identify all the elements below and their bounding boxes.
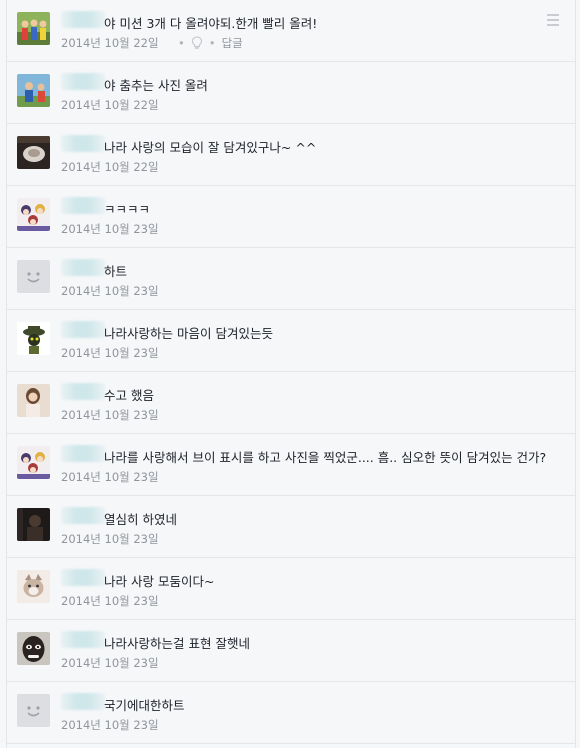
avatar[interactable] bbox=[17, 12, 50, 45]
comment-date: 2014년 10월 22일 bbox=[61, 36, 159, 50]
author-name-redacted[interactable] bbox=[61, 321, 105, 338]
comment-row: ㅋㅋㅋㅋ 2014년 10월 23일 bbox=[7, 186, 575, 248]
comment-row: 나라사랑하는걸 표현 잘햇네 2014년 10월 23일 bbox=[7, 620, 575, 682]
comment-row: 수고 했음 2014년 10월 23일 bbox=[7, 372, 575, 434]
avatar[interactable] bbox=[17, 198, 50, 231]
comment-row: 국기에대한하트 2014년 10월 23일 bbox=[7, 682, 575, 744]
author-name-redacted[interactable] bbox=[61, 569, 105, 586]
comment-text: 나라를 사랑해서 브이 표시를 하고 사진을 찍었군.... 흠.. 심오한 뜻… bbox=[104, 450, 547, 465]
comment-text: 나라사랑하는걸 표현 잘햇네 bbox=[104, 636, 250, 651]
comment-date: 2014년 10월 23일 bbox=[61, 532, 159, 546]
avatar[interactable] bbox=[17, 446, 50, 479]
separator-dot: • bbox=[208, 36, 216, 50]
avatar[interactable] bbox=[17, 632, 50, 665]
lightbulb-icon[interactable] bbox=[191, 36, 203, 50]
author-name-redacted[interactable] bbox=[61, 11, 105, 28]
comment-date: 2014년 10월 23일 bbox=[61, 346, 159, 360]
reply-link[interactable]: 답글 bbox=[222, 35, 243, 51]
comment-row: 나라를 사랑해서 브이 표시를 하고 사진을 찍었군.... 흠.. 심오한 뜻… bbox=[7, 434, 575, 496]
avatar[interactable] bbox=[17, 570, 50, 603]
author-name-redacted[interactable] bbox=[61, 445, 105, 462]
comment-row: 열심히 하였네 2014년 10월 23일 bbox=[7, 496, 575, 558]
comment-list: 야 미션 3개 다 올려야되.한개 빨리 올려! 2014년 10월 22일 • • 답… bbox=[6, 0, 576, 748]
comment-text: 열심히 하였네 bbox=[104, 512, 177, 527]
avatar[interactable] bbox=[17, 384, 50, 417]
comment-date: 2014년 10월 23일 bbox=[61, 470, 159, 484]
comment-date: 2014년 10월 22일 bbox=[61, 160, 159, 174]
comment-row: 하트 2014년 10월 23일 bbox=[7, 248, 575, 310]
comment-text: 하트 bbox=[104, 264, 128, 279]
default-avatar-icon[interactable] bbox=[17, 260, 50, 293]
comment-row: 야 춤추는 사진 올려 2014년 10월 22일 bbox=[7, 62, 575, 124]
menu-icon[interactable] bbox=[547, 14, 559, 26]
comment-row: 나라 사랑 모둠이다~ 2014년 10월 23일 bbox=[7, 558, 575, 620]
comment-date: 2014년 10월 23일 bbox=[61, 284, 159, 298]
comment-text: ㅋㅋㅋㅋ bbox=[104, 202, 151, 217]
comment-date: 2014년 10월 23일 bbox=[61, 656, 159, 670]
author-name-redacted[interactable] bbox=[61, 197, 105, 214]
author-name-redacted[interactable] bbox=[61, 73, 105, 90]
avatar[interactable] bbox=[17, 508, 50, 541]
comment-actions: • • 답글 bbox=[172, 35, 243, 51]
comment-date: 2014년 10월 23일 bbox=[61, 594, 159, 608]
comment-text: 나라사랑하는 마음이 담겨있는듯 bbox=[104, 326, 273, 341]
author-name-redacted[interactable] bbox=[61, 259, 105, 276]
default-avatar-icon[interactable] bbox=[17, 694, 50, 727]
comment-date: 2014년 10월 23일 bbox=[61, 408, 159, 422]
comment-text: 야 춤추는 사진 올려 bbox=[104, 78, 208, 93]
comment-row: 야 미션 3개 다 올려야되.한개 빨리 올려! 2014년 10월 22일 • • 답… bbox=[7, 0, 575, 62]
comment-text: 야 미션 3개 다 올려야되.한개 빨리 올려! bbox=[104, 16, 318, 31]
comment-text: 수고 했음 bbox=[104, 388, 154, 403]
comment-text: 국기에대한하트 bbox=[104, 698, 185, 713]
comment-date: 2014년 10월 22일 bbox=[61, 98, 159, 112]
author-name-redacted[interactable] bbox=[61, 693, 105, 710]
comment-row: 나라사랑하는 마음이 담겨있는듯 2014년 10월 23일 bbox=[7, 310, 575, 372]
comment-date: 2014년 10월 23일 bbox=[61, 718, 159, 732]
comment-text: 나라 사랑의 모습이 잘 담겨있구나~ ^^ bbox=[104, 140, 317, 155]
author-name-redacted[interactable] bbox=[61, 383, 105, 400]
author-name-redacted[interactable] bbox=[61, 631, 105, 648]
author-name-redacted[interactable] bbox=[61, 135, 105, 152]
comment-text: 나라 사랑 모둠이다~ bbox=[104, 574, 215, 589]
comment-row: 나라 사랑의 모습이 잘 담겨있구나~ ^^ 2014년 10월 22일 bbox=[7, 124, 575, 186]
comment-date: 2014년 10월 23일 bbox=[61, 222, 159, 236]
avatar[interactable] bbox=[17, 136, 50, 169]
separator-dot: • bbox=[178, 36, 185, 50]
author-name-redacted[interactable] bbox=[61, 507, 105, 524]
avatar[interactable] bbox=[17, 74, 50, 107]
avatar[interactable] bbox=[17, 322, 50, 355]
